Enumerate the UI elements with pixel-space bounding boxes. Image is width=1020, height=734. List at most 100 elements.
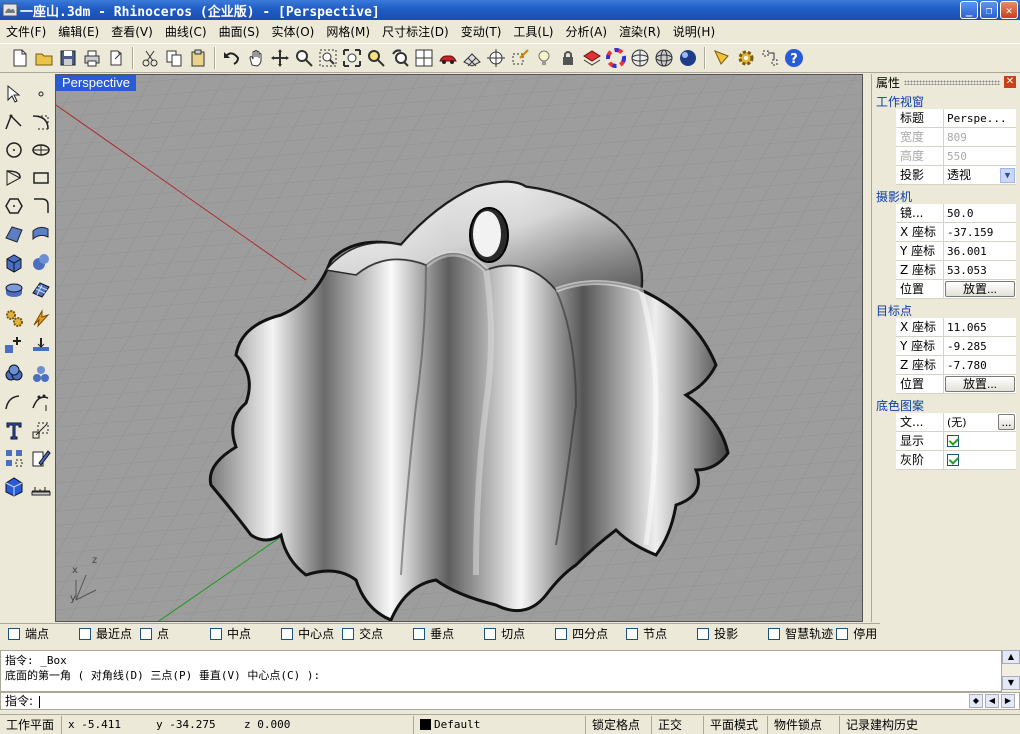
new-file-icon[interactable]: [8, 45, 31, 71]
osnap-tangent[interactable]: 切点: [476, 625, 547, 642]
camera-y-value[interactable]: 36.001: [944, 242, 1016, 260]
spotlight-icon[interactable]: [710, 45, 733, 71]
command-history-scrollbar[interactable]: ▲ ▼: [1002, 650, 1020, 692]
paste-icon[interactable]: [186, 45, 209, 71]
menu-tools[interactable]: 工具(L): [507, 23, 559, 40]
lens-length-value[interactable]: 50.0: [944, 204, 1016, 222]
target-z-value[interactable]: -7.780: [944, 356, 1016, 374]
solid-box-edit-icon[interactable]: [1, 472, 27, 500]
prop-title-value[interactable]: Perspe...: [944, 109, 1016, 127]
menu-mesh[interactable]: 网格(M): [320, 23, 376, 40]
osnap-point-checkbox[interactable]: [140, 627, 153, 640]
status-ortho-toggle[interactable]: 正交: [652, 715, 704, 734]
save-icon[interactable]: [56, 45, 79, 71]
options-gear-icon[interactable]: [734, 45, 757, 71]
osnap-mid[interactable]: 中点: [202, 625, 273, 642]
camera-z-value[interactable]: 53.053: [944, 261, 1016, 279]
menu-curve[interactable]: 曲线(C): [159, 23, 213, 40]
export-icon[interactable]: [104, 45, 127, 71]
gear-group-icon[interactable]: [1, 304, 27, 332]
fillet-curve-icon[interactable]: [28, 192, 54, 220]
lock-icon[interactable]: [556, 45, 579, 71]
osnap-point[interactable]: 点: [132, 625, 202, 642]
distance-icon[interactable]: [758, 45, 781, 71]
open-folder-icon[interactable]: [32, 45, 55, 71]
osnap-smarttrack-checkbox[interactable]: [768, 627, 781, 640]
osnap-center-checkbox[interactable]: [281, 627, 294, 640]
osnap-project[interactable]: 投影: [689, 625, 760, 642]
osnap-intersection[interactable]: 交点: [334, 625, 405, 642]
restore-button[interactable]: ❐: [980, 1, 998, 19]
zoom-extents-icon[interactable]: [340, 45, 363, 71]
status-layer[interactable]: Default: [414, 715, 586, 734]
command-spinner-icon[interactable]: ◆: [969, 694, 983, 708]
menu-surface[interactable]: 曲面(S): [213, 23, 266, 40]
status-osnap-toggle[interactable]: 物件锁点: [768, 715, 840, 734]
scroll-down-icon[interactable]: ▼: [1002, 676, 1020, 690]
chevron-down-icon[interactable]: ▼: [1000, 168, 1015, 183]
menu-file[interactable]: 文件(F): [0, 23, 52, 40]
section-background-bitmap[interactable]: 底色图案: [872, 394, 1020, 413]
transform-move-icon[interactable]: [1, 332, 27, 360]
scroll-up-icon[interactable]: ▲: [1002, 650, 1020, 664]
osnap-knot-checkbox[interactable]: [626, 627, 639, 640]
zoom-selected-icon[interactable]: [364, 45, 387, 71]
zoom-window-icon[interactable]: [316, 45, 339, 71]
osnap-mid-checkbox[interactable]: [210, 627, 223, 640]
show-bitmap-checkbox[interactable]: [947, 435, 959, 447]
cylinder-solid-icon[interactable]: [1, 276, 27, 304]
status-planar-toggle[interactable]: 平面模式: [704, 715, 768, 734]
print-icon[interactable]: [80, 45, 103, 71]
four-viewports-icon[interactable]: [412, 45, 435, 71]
undo-view-icon[interactable]: [388, 45, 411, 71]
rotate-view-icon[interactable]: [268, 45, 291, 71]
curve-icon[interactable]: [28, 108, 54, 136]
osnap-near-checkbox[interactable]: [79, 627, 92, 640]
osnap-disable[interactable]: 停用: [833, 625, 877, 642]
ghosted-sphere-icon[interactable]: [652, 45, 675, 71]
wireframe-sphere-icon[interactable]: [628, 45, 651, 71]
menu-transform[interactable]: 变动(T): [455, 23, 508, 40]
pan-hand-icon[interactable]: [244, 45, 267, 71]
perspective-viewport[interactable]: x z y Perspective: [55, 74, 863, 622]
menu-solid[interactable]: 实体(O): [266, 23, 321, 40]
menu-edit[interactable]: 编辑(E): [52, 23, 105, 40]
target-x-value[interactable]: 11.065: [944, 318, 1016, 336]
shaded-car-icon[interactable]: [436, 45, 459, 71]
osnap-smarttrack[interactable]: 智慧轨迹: [760, 625, 833, 642]
rectangle-icon[interactable]: [28, 164, 54, 192]
viewport-title-tab[interactable]: Perspective: [56, 75, 136, 91]
close-button[interactable]: ✕: [1000, 1, 1018, 19]
scale-icon[interactable]: [28, 416, 54, 444]
target-place-button[interactable]: 放置...: [945, 376, 1015, 392]
circle-icon[interactable]: [1, 136, 27, 164]
section-viewport[interactable]: 工作视窗: [872, 90, 1020, 109]
layer-icon[interactable]: [580, 45, 603, 71]
array-icon[interactable]: [1, 444, 27, 472]
camera-x-value[interactable]: -37.159: [944, 223, 1016, 241]
render-sphere-icon[interactable]: [676, 45, 699, 71]
lightbulb-icon[interactable]: [532, 45, 555, 71]
osnap-knot[interactable]: 节点: [618, 625, 689, 642]
boolean-split-icon[interactable]: [28, 360, 54, 388]
trim-icon[interactable]: [1, 388, 27, 416]
section-camera[interactable]: 摄影机: [872, 185, 1020, 204]
panel-grip[interactable]: [904, 79, 1000, 85]
snap-point-icon[interactable]: [508, 45, 531, 71]
boolean-union-icon[interactable]: [1, 360, 27, 388]
surface-edge-icon[interactable]: [28, 220, 54, 248]
osnap-quadrant-checkbox[interactable]: [555, 627, 568, 640]
boolean-icon[interactable]: [28, 332, 54, 360]
polygon-icon[interactable]: [1, 192, 27, 220]
arc-icon[interactable]: [1, 164, 27, 192]
command-line[interactable]: 指令: ◆ ◀ ▶: [0, 692, 1020, 710]
copy-icon[interactable]: [162, 45, 185, 71]
section-target[interactable]: 目标点: [872, 299, 1020, 318]
panel-close-icon[interactable]: ✕: [1004, 76, 1016, 88]
rebuild-curve-icon[interactable]: [28, 388, 54, 416]
osnap-tangent-checkbox[interactable]: [484, 627, 497, 640]
dimension-icon[interactable]: [28, 472, 54, 500]
osnap-end[interactable]: 端点: [0, 625, 71, 642]
minimize-button[interactable]: _: [960, 1, 978, 19]
command-prev-icon[interactable]: ◀: [985, 694, 999, 708]
